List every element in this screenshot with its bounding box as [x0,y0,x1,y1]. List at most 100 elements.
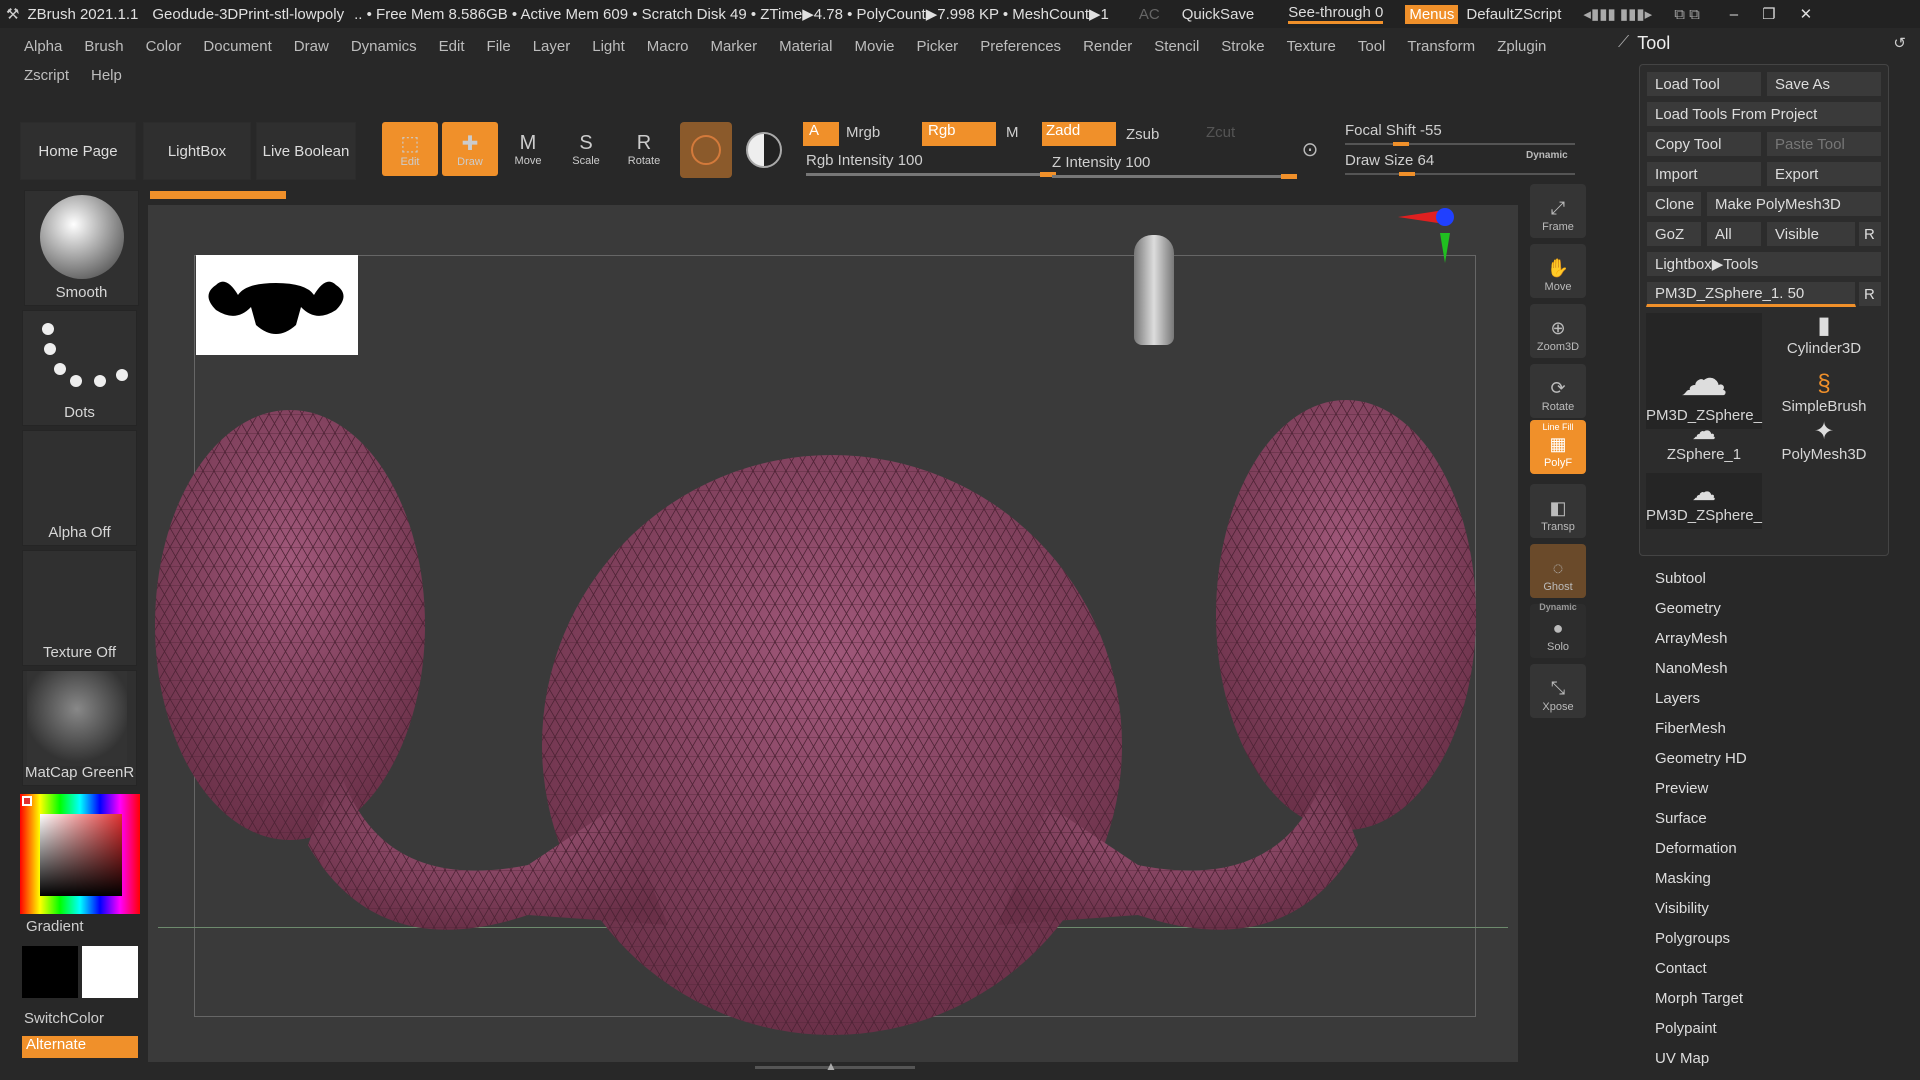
shelf-solo-button[interactable]: ● Solo Dynamic [1530,602,1586,658]
section-uv-map[interactable]: UV Map [1655,1050,1709,1067]
geodude-mesh[interactable] [148,205,1518,1062]
material-thumbnail[interactable]: MatCap GreenRo [22,670,137,786]
shelf-xpose-button[interactable]: ⤡ Xpose [1530,664,1586,718]
shelf-frame-button[interactable]: ⤢ Frame [1530,184,1586,238]
menu-material[interactable]: Material [768,38,843,55]
secondary-color-swatch[interactable] [82,946,138,998]
section-subtool[interactable]: Subtool [1655,570,1706,587]
switchcolor-button[interactable]: SwitchColor [24,1010,104,1027]
a-toggle[interactable]: A [803,122,839,146]
brush-thumbnail[interactable]: Smooth [24,190,139,306]
tool-thumbnail-4[interactable]: ✦ PolyMesh3D [1766,411,1882,467]
material-sphere-button[interactable] [680,122,732,178]
menu-file[interactable]: File [476,38,522,55]
tool-move-button[interactable]: M Move [500,122,556,176]
menu-transform[interactable]: Transform [1396,38,1486,55]
menu-marker[interactable]: Marker [699,38,768,55]
section-polypaint[interactable]: Polypaint [1655,1020,1717,1037]
menu-layer[interactable]: Layer [522,38,582,55]
load-tool-button[interactable]: Load Tool [1646,71,1762,97]
live-boolean-button[interactable]: Live Boolean [256,122,356,180]
zcut-button[interactable]: Zcut [1206,124,1235,141]
tool-scale-button[interactable]: S Scale [558,122,614,176]
zadd-button[interactable]: Zadd [1042,122,1116,146]
mrgb-button[interactable]: Mrgb [846,124,880,141]
shelf-transp-button[interactable]: ◧ Transp [1530,484,1586,538]
menu-alpha[interactable]: Alpha [13,38,73,55]
section-preview[interactable]: Preview [1655,780,1708,797]
canvas[interactable] [148,205,1518,1062]
section-nanomesh[interactable]: NanoMesh [1655,660,1728,677]
lightbox-button[interactable]: LightBox [143,122,251,180]
focal-shift-knob[interactable] [1393,142,1409,146]
goz-button[interactable]: GoZ [1646,221,1702,247]
z-intensity-knob[interactable] [1281,174,1297,179]
menu-draw[interactable]: Draw [283,38,340,55]
quicksave-button[interactable]: QuickSave [1182,6,1255,23]
section-contact[interactable]: Contact [1655,960,1707,977]
menu-stencil[interactable]: Stencil [1143,38,1210,55]
menu-stroke[interactable]: Stroke [1210,38,1275,55]
lazy-mouse-icon[interactable]: ⊙ [1290,124,1330,174]
shelf-rotate-button[interactable]: ⟳ Rotate [1530,364,1586,418]
close-icon[interactable]: ✕ [1800,5,1813,23]
menu-dynamics[interactable]: Dynamics [340,38,428,55]
minimize-icon[interactable]: – [1730,6,1738,23]
menu-macro[interactable]: Macro [636,38,700,55]
alternate-button[interactable]: Alternate [22,1036,138,1058]
lightbox-tools-button[interactable]: Lightbox▶Tools [1646,251,1882,277]
color-square[interactable] [40,814,122,896]
see-through-slider[interactable]: See-through 0 [1288,4,1384,24]
load-from-project-button[interactable]: Load Tools From Project [1646,101,1882,127]
tool-thumbnail-1[interactable]: ▮ Cylinder3D [1766,312,1882,361]
section-arraymesh[interactable]: ArrayMesh [1655,630,1728,647]
tool-panel-pin-icon[interactable]: ⟋ [1618,34,1629,52]
menu-help[interactable]: Help [80,67,133,84]
menu-color[interactable]: Color [135,38,193,55]
section-polygroups[interactable]: Polygroups [1655,930,1730,947]
menu-movie[interactable]: Movie [843,38,905,55]
menu-preferences[interactable]: Preferences [969,38,1072,55]
alpha-thumbnail[interactable]: Alpha Off [22,430,137,546]
all-button[interactable]: All [1706,221,1762,247]
section-surface[interactable]: Surface [1655,810,1707,827]
stroke-thumbnail[interactable]: Dots [22,310,137,426]
import-button[interactable]: Import [1646,161,1762,187]
color-sphere-button[interactable] [738,122,790,178]
tool-thumbnail-5[interactable]: ☁ PM3D_ZSphere_ [1646,473,1762,529]
menu-render[interactable]: Render [1072,38,1143,55]
menu-texture[interactable]: Texture [1276,38,1347,55]
shelf-move-button[interactable]: ✋ Move [1530,244,1586,298]
copy-tool-button[interactable]: Copy Tool [1646,131,1762,157]
current-tool-r-button[interactable]: R [1858,281,1882,307]
menus-toggle[interactable]: Menus [1405,4,1459,24]
r-button[interactable]: R [1858,221,1882,247]
zsub-button[interactable]: Zsub [1126,126,1159,143]
gradient-label[interactable]: Gradient [26,918,84,935]
focal-shift-slider[interactable]: Focal Shift -55 [1345,122,1575,146]
paste-tool-button[interactable]: Paste Tool [1766,131,1882,157]
visible-button[interactable]: Visible [1766,221,1856,247]
ac-label[interactable]: AC [1139,6,1160,23]
section-morph-target[interactable]: Morph Target [1655,990,1743,1007]
tool-draw-button[interactable]: ✚ Draw [442,122,498,176]
menu-edit[interactable]: Edit [428,38,476,55]
export-button[interactable]: Export [1766,161,1882,187]
refresh-icon[interactable]: ↺ [1893,34,1906,52]
section-masking[interactable]: Masking [1655,870,1711,887]
bottom-tray-handle[interactable]: ▲ [755,1059,915,1076]
texture-thumbnail[interactable]: Texture Off [22,550,137,666]
window-icon[interactable]: ⧉ ⧉ [1674,6,1700,23]
section-geometry[interactable]: Geometry [1655,600,1721,617]
menu-light[interactable]: Light [581,38,636,55]
axis-gizmo-icon[interactable] [1398,205,1458,285]
current-tool-slider[interactable]: PM3D_ZSphere_1. 50 [1646,281,1856,307]
save-as-button[interactable]: Save As [1766,71,1882,97]
menu-document[interactable]: Document [192,38,282,55]
restore-icon[interactable]: ❐ [1762,5,1775,23]
orientation-gizmo[interactable] [1128,235,1208,345]
layout-icon[interactable]: ◂▮▮▮ ▮▮▮▸ [1583,5,1652,23]
draw-size-knob[interactable] [1399,172,1415,176]
make-polymesh-button[interactable]: Make PolyMesh3D [1706,191,1882,217]
menu-tool[interactable]: Tool [1347,38,1397,55]
